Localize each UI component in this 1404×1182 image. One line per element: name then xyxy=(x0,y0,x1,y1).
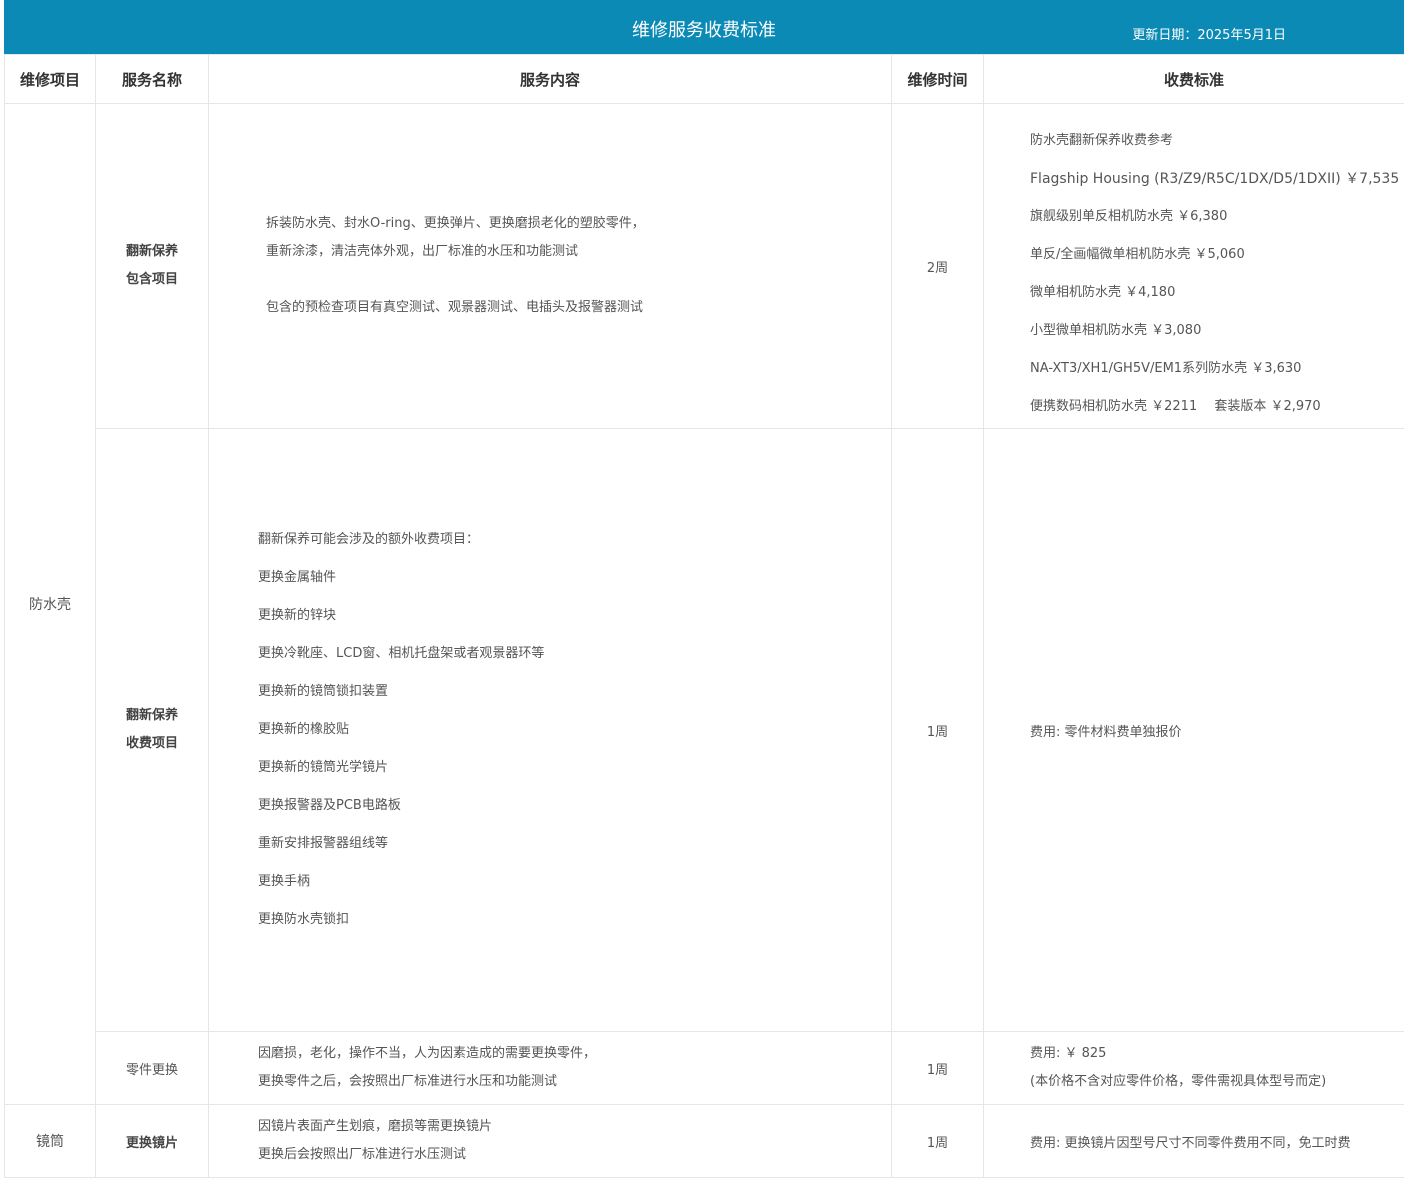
content-line: 因镜片表面产生划痕，磨损等需更换镜片 xyxy=(258,1119,493,1134)
content-line: 因磨损，老化，操作不当，人为因素造成的需要更换零件， xyxy=(258,1046,597,1061)
service-name-line: 包含项目 xyxy=(125,272,178,287)
fee-line: NA-XT3/XH1/GH5V/EM1系列防水壳 ￥3,630 xyxy=(1030,361,1302,376)
fee-line: (本价格不含对应零件价格，零件需视具体型号而定) xyxy=(1030,1074,1327,1089)
table-row: 防水壳 翻新保养 包含项目 拆装防水壳、封水O-ring、更换弹片、更换磨损老化… xyxy=(4,103,1404,1105)
service-content-cell: 因磨损，老化，操作不当，人为因素造成的需要更换零件， 更换零件之后，会按照出厂标… xyxy=(208,1031,892,1105)
fee-line: 微单相机防水壳 ￥4,180 xyxy=(1030,285,1176,300)
content-line: 更换手柄 xyxy=(258,874,311,889)
service-name-cell: 零件更换 xyxy=(95,1031,209,1105)
table-header-row: 维修项目 服务名称 服务内容 维修时间 收费标准 xyxy=(4,54,1404,104)
content-line: 更换后会按照出厂标准进行水压测试 xyxy=(258,1147,467,1162)
fee-line: 便携数码相机防水壳 ￥2211 套装版本 ￥2,970 xyxy=(1030,399,1321,414)
content-line: 翻新保养可能会涉及的额外收费项目： xyxy=(258,532,480,547)
service-name-cell: 翻新保养 包含项目 xyxy=(95,103,209,429)
fee-line: 费用: ￥ 825 xyxy=(1030,1046,1107,1061)
content-line: 更换新的锌块 xyxy=(258,608,337,623)
col-header-name: 服务名称 xyxy=(95,54,209,104)
service-content-cell: 拆装防水壳、封水O-ring、更换弹片、更换磨损老化的塑胶零件， 重新涂漆，清洁… xyxy=(208,103,892,429)
fee-line: 小型微单相机防水壳 ￥3,080 xyxy=(1030,323,1202,338)
fee-line: Flagship Housing (R3/Z9/R5C/1DX/D5/1DXII… xyxy=(1030,171,1400,187)
service-fee-page: 维修服务收费标准 更新日期：2025年5月1日 维修项目 服务名称 服务内容 维… xyxy=(4,0,1404,1178)
title-bar: 维修服务收费标准 更新日期：2025年5月1日 xyxy=(4,0,1404,54)
service-name-cell: 更换镜片 xyxy=(95,1104,209,1178)
service-name-line: 收费项目 xyxy=(125,736,178,751)
repair-time-cell: 2周 xyxy=(891,103,984,429)
content-line: 更换防水壳锁扣 xyxy=(258,912,350,927)
content-line: 更换新的镜筒锁扣装置 xyxy=(258,684,389,699)
col-header-item: 维修项目 xyxy=(4,54,96,104)
fee-line: 单反/全画幅微单相机防水壳 ￥5,060 xyxy=(1030,247,1245,262)
table-row: 零件更换 因磨损，老化，操作不当，人为因素造成的需要更换零件， 更换零件之后，会… xyxy=(5,1031,1404,1105)
fee-line: 防水壳翻新保养收费参考 xyxy=(1030,133,1174,148)
service-content-cell: 因镜片表面产生划痕，磨损等需更换镜片 更换后会按照出厂标准进行水压测试 xyxy=(208,1104,892,1178)
fee-table: 维修项目 服务名称 服务内容 维修时间 收费标准 防水壳 翻新保养 包含项目 拆… xyxy=(4,54,1404,1178)
item-cell-housing: 防水壳 xyxy=(4,103,96,1105)
content-line: 更换金属轴件 xyxy=(258,570,337,585)
col-header-time: 维修时间 xyxy=(891,54,984,104)
service-name-line: 翻新保养 xyxy=(125,708,178,723)
repair-time-cell: 1周 xyxy=(891,1031,984,1105)
service-name-cell: 翻新保养 收费项目 xyxy=(95,428,209,1032)
content-line: 拆装防水壳、封水O-ring、更换弹片、更换磨损老化的塑胶零件， xyxy=(266,216,645,231)
service-name-line: 翻新保养 xyxy=(125,244,178,259)
repair-time-cell: 1周 xyxy=(891,428,984,1032)
content-line: 更换报警器及PCB电路板 xyxy=(258,798,401,813)
fee-cell: 防水壳翻新保养收费参考 Flagship Housing (R3/Z9/R5C/… xyxy=(983,103,1404,429)
item-cell-lens-port: 镜筒 xyxy=(4,1104,96,1178)
repair-time-cell: 1周 xyxy=(891,1104,984,1178)
fee-cell: 费用: 更换镜片因型号尺寸不同零件费用不同，免工时费 xyxy=(983,1104,1404,1178)
service-content-cell: 翻新保养可能会涉及的额外收费项目： 更换金属轴件 更换新的锌块 更换冷靴座、LC… xyxy=(208,428,892,1032)
content-line: 包含的预检查项目有真空测试、观景器测试、电插头及报警器测试 xyxy=(266,300,644,315)
col-header-fee: 收费标准 xyxy=(983,54,1404,104)
content-line: 更换冷靴座、LCD窗、相机托盘架或者观景器环等 xyxy=(258,646,545,661)
table-row: 镜筒 更换镜片 因镜片表面产生划痕，磨损等需更换镜片 更换后会按照出厂标准进行水… xyxy=(4,1104,1404,1178)
content-line: 重新涂漆，清洁壳体外观，出厂标准的水压和功能测试 xyxy=(266,244,579,259)
content-line: 更换零件之后，会按照出厂标准进行水压和功能测试 xyxy=(258,1074,558,1089)
table-row: 翻新保养 收费项目 翻新保养可能会涉及的额外收费项目： 更换金属轴件 更换新的锌… xyxy=(5,428,1404,1032)
content-line: 重新安排报警器组线等 xyxy=(258,836,389,851)
fee-cell: 费用: 零件材料费单独报价 xyxy=(983,428,1404,1032)
col-header-content: 服务内容 xyxy=(208,54,892,104)
fee-cell: 费用: ￥ 825 (本价格不含对应零件价格，零件需视具体型号而定) xyxy=(983,1031,1404,1105)
update-date: 更新日期：2025年5月1日 xyxy=(1132,28,1286,43)
fee-line: 旗舰级别单反相机防水壳 ￥6,380 xyxy=(1030,209,1228,224)
content-line: 更换新的橡胶贴 xyxy=(258,722,350,737)
content-line: 更换新的镜筒光学镜片 xyxy=(258,760,389,775)
